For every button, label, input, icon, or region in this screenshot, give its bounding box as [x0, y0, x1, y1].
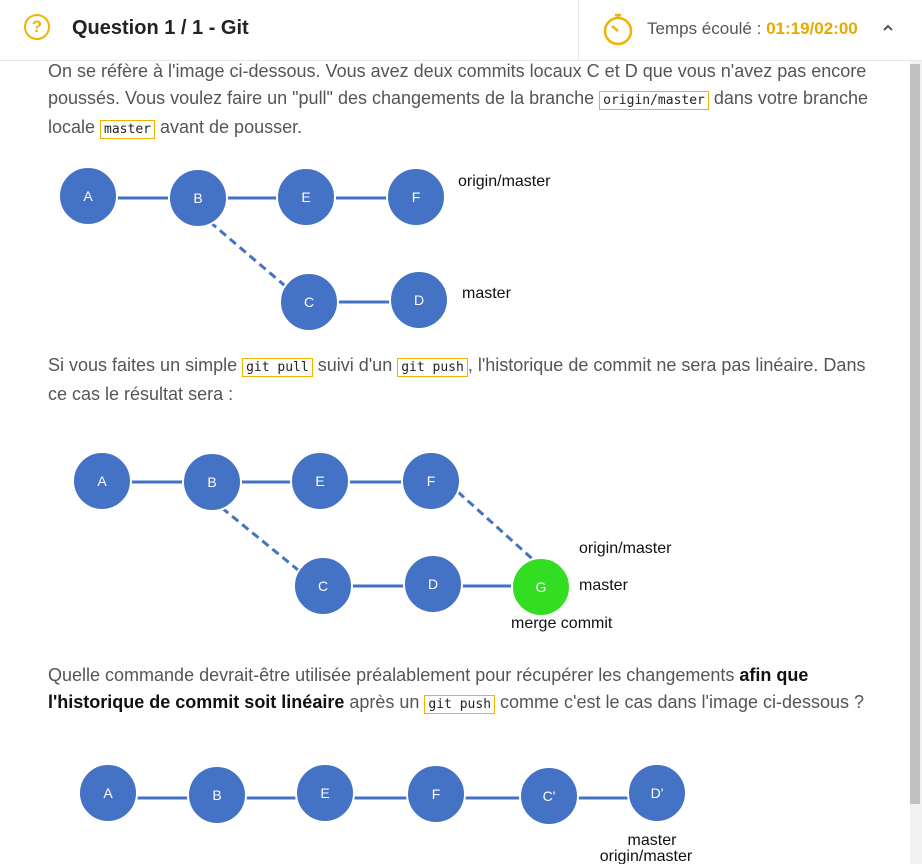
svg-text:B: B [212, 787, 221, 803]
branch-label-origin-master: origin/master [600, 848, 693, 864]
svg-text:B: B [207, 474, 216, 490]
svg-text:E: E [301, 189, 310, 205]
elapsed-time-label: Temps écoulé : 01:19/02:00 [647, 19, 858, 39]
svg-text:C': C' [543, 788, 556, 804]
question-paragraph-3: Quelle commande devrait-être utilisée pr… [48, 665, 865, 714]
branch-label-origin-master: origin/master [458, 173, 551, 190]
timer-panel[interactable]: Temps écoulé : 01:19/02:00 [578, 0, 920, 60]
branch-label-origin-master: origin/master [579, 540, 672, 557]
svg-text:A: A [103, 785, 113, 801]
svg-text:D: D [414, 292, 424, 308]
commit-node: A [58, 166, 118, 226]
commit-node: B [168, 168, 228, 228]
commit-node: B [187, 765, 247, 825]
question-paragraph-2: Si vous faites un simple git pull suivi … [48, 355, 866, 404]
code-git-push: git push [424, 695, 496, 714]
branch-label-master: master [628, 832, 678, 849]
commit-node: C' [519, 766, 579, 826]
question-circle-icon: ? [24, 14, 50, 40]
svg-text:C: C [304, 294, 314, 310]
merge-commit-label: merge commit [511, 615, 613, 632]
chevron-up-icon[interactable] [881, 22, 895, 34]
branch-label-master: master [462, 285, 512, 302]
commit-node: A [78, 763, 138, 823]
question-header: ? Question 1 / 1 - Git Temps écoulé : 01… [0, 0, 922, 61]
git-diagram-linear: A B E F C' D' master origin/master [78, 763, 693, 864]
git-diagram-merge: A B E F C D G origin/master master merge… [72, 451, 672, 632]
commit-node: C [279, 272, 339, 332]
svg-text:E: E [320, 785, 329, 801]
code-origin-master: origin/master [599, 91, 709, 110]
svg-text:F: F [427, 473, 436, 489]
code-git-push: git push [397, 358, 468, 377]
git-diagram-initial: A B E F C D origin/master master [58, 166, 551, 332]
commit-node: E [295, 763, 355, 823]
branch-label-master: master [579, 577, 629, 594]
svg-text:G: G [536, 579, 547, 595]
elapsed-time-text: Temps écoulé : [647, 19, 767, 38]
stopwatch-icon [603, 13, 633, 46]
scrollbar-thumb[interactable] [910, 64, 920, 804]
question-paragraph-1: On se réfère à l'image ci-dessous. Vous … [48, 61, 868, 139]
commit-node: F [386, 167, 446, 227]
svg-text:A: A [83, 188, 93, 204]
svg-text:A: A [97, 473, 107, 489]
svg-text:F: F [412, 189, 421, 205]
code-git-pull: git pull [242, 358, 313, 377]
commit-node: D [403, 554, 463, 614]
commit-node: E [290, 451, 350, 511]
svg-text:F: F [432, 786, 441, 802]
commit-node: D' [627, 763, 687, 823]
commit-node: C [293, 556, 353, 616]
commit-node: B [182, 452, 242, 512]
commit-node: F [401, 451, 461, 511]
commit-node: F [406, 764, 466, 824]
commit-node: A [72, 451, 132, 511]
svg-text:C: C [318, 578, 328, 594]
code-master: master [100, 120, 155, 139]
svg-text:B: B [193, 190, 202, 206]
merge-commit-node: G [511, 557, 571, 617]
svg-text:E: E [315, 473, 324, 489]
svg-text:D: D [428, 576, 438, 592]
commit-node: D [389, 270, 449, 330]
question-title: Question 1 / 1 - Git [72, 17, 249, 39]
svg-text:D': D' [651, 785, 664, 801]
elapsed-time-value: 01:19/02:00 [766, 19, 858, 38]
commit-node: E [276, 167, 336, 227]
